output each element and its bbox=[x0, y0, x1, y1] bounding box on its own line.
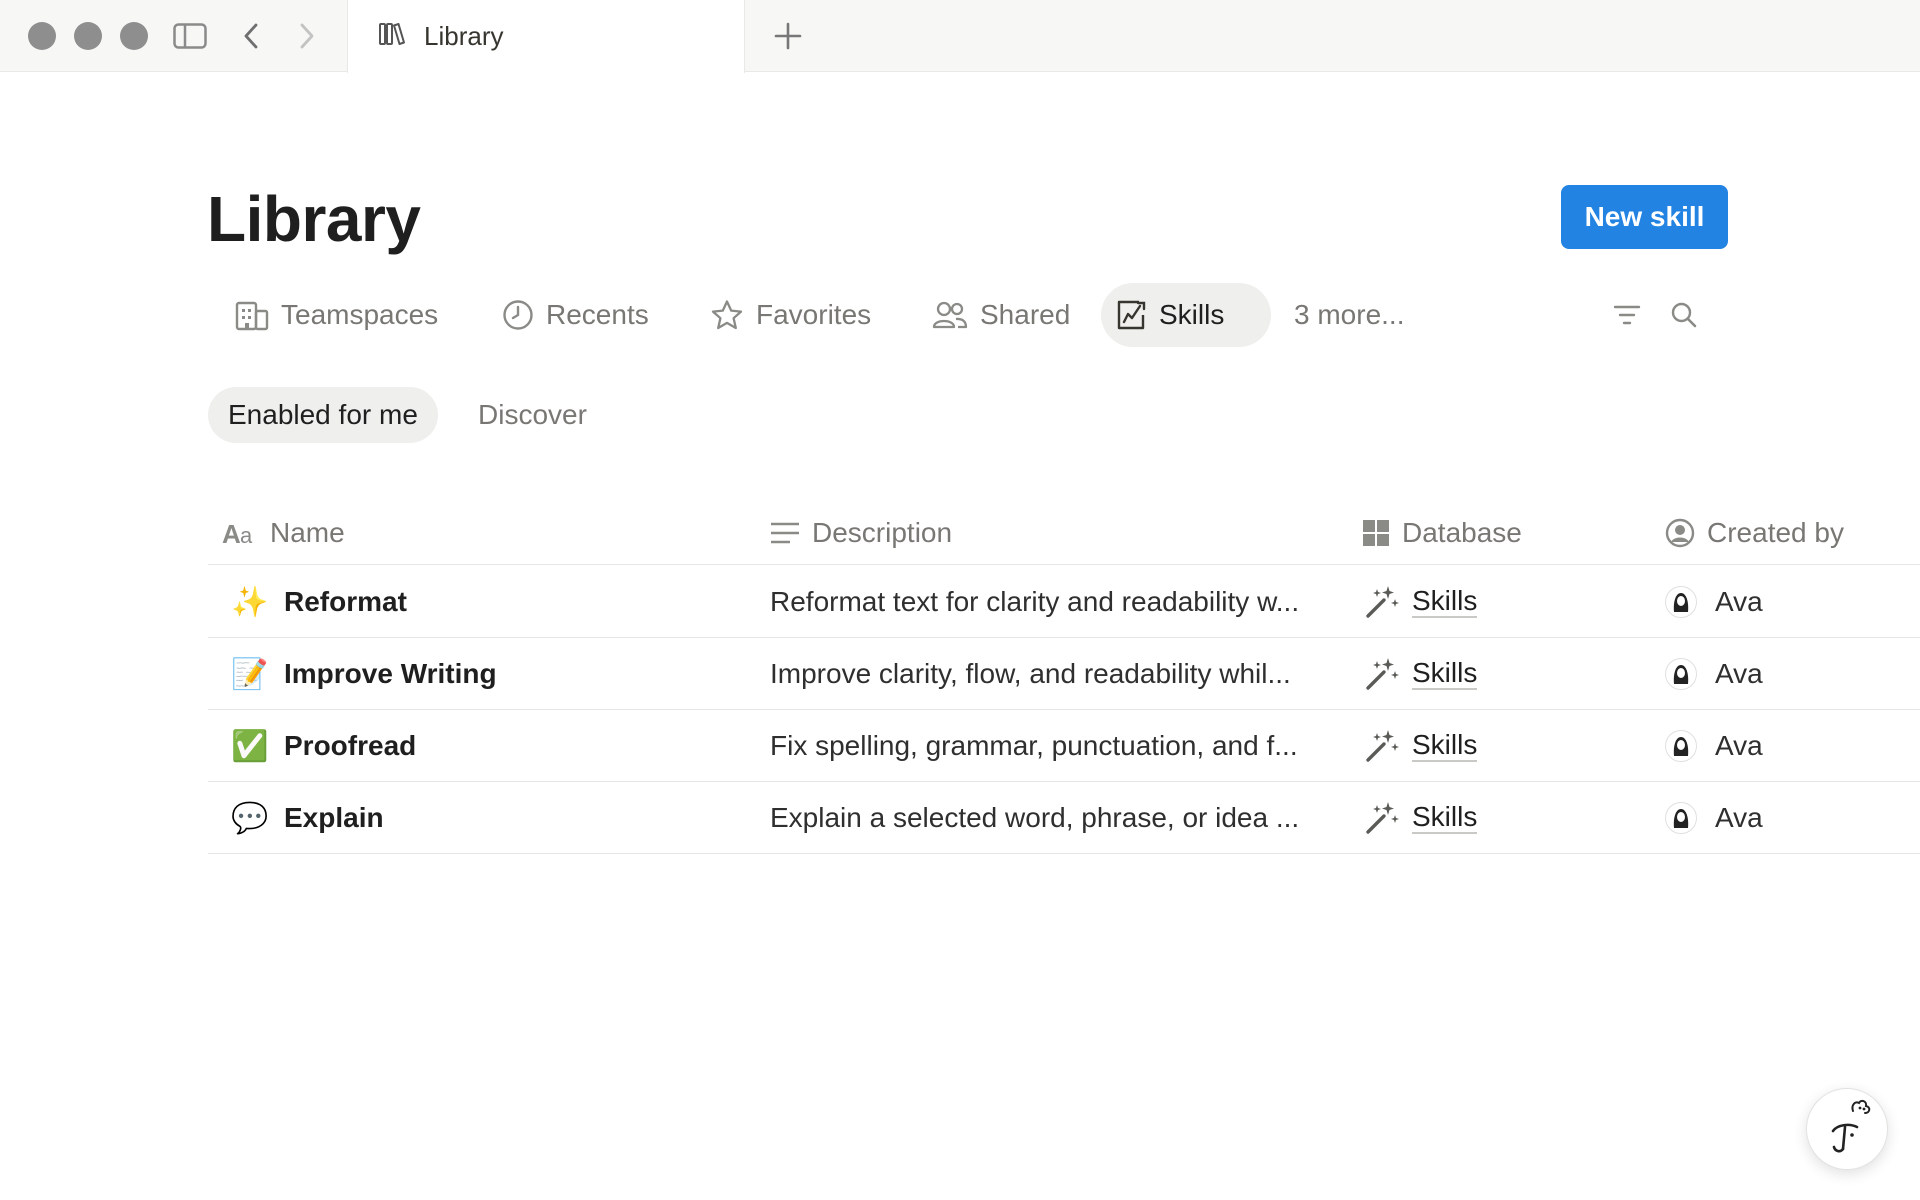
avatar bbox=[1665, 730, 1697, 762]
tab-favorites[interactable]: Favorites bbox=[696, 283, 885, 347]
tab-shared[interactable]: Shared bbox=[918, 283, 1084, 347]
library-books-icon bbox=[378, 21, 406, 52]
creator-name: Ava bbox=[1715, 730, 1763, 761]
ai-assistant-button[interactable] bbox=[1806, 1088, 1888, 1170]
column-header-database[interactable]: Database bbox=[1362, 502, 1522, 564]
check-mark-icon: ✅ bbox=[231, 729, 269, 763]
name-cell[interactable]: ✨ Reformat bbox=[231, 566, 407, 638]
page-title: Library bbox=[207, 183, 421, 255]
database-link[interactable]: Skills bbox=[1412, 658, 1478, 690]
tab-title: Library bbox=[424, 21, 504, 51]
description-cell: Reformat text for clarity and readabilit… bbox=[770, 586, 1300, 617]
tab-label: Shared bbox=[980, 299, 1071, 330]
person-circle-icon bbox=[1665, 518, 1695, 548]
new-tab-plus-icon[interactable] bbox=[768, 16, 808, 56]
more-tabs-label: 3 more... bbox=[1294, 299, 1405, 330]
database-cell[interactable]: Skills bbox=[1364, 566, 1478, 638]
description-cell: Explain a selected word, phrase, or idea… bbox=[770, 802, 1300, 833]
clock-icon bbox=[503, 300, 533, 330]
database-cell[interactable]: Skills bbox=[1364, 638, 1478, 710]
grid-icon bbox=[1363, 520, 1389, 546]
database-link[interactable]: Skills bbox=[1412, 586, 1478, 618]
subtab-discover[interactable]: Discover bbox=[458, 387, 607, 443]
browser-tab-library[interactable]: Library bbox=[347, 0, 745, 73]
table-row[interactable]: 📝 Improve Writing Improve clarity, flow,… bbox=[208, 638, 1920, 710]
column-label: Description bbox=[812, 517, 953, 548]
magic-wand-icon bbox=[1366, 802, 1399, 834]
svg-text:A: A bbox=[222, 520, 241, 546]
description-cell: Fix spelling, grammar, punctuation, and … bbox=[770, 730, 1298, 761]
title-bar: Library bbox=[0, 0, 1920, 73]
table-row[interactable]: 💬 Explain Explain a selected word, phras… bbox=[208, 782, 1920, 854]
people-icon bbox=[932, 301, 968, 329]
name-cell[interactable]: ✅ Proofread bbox=[231, 710, 417, 782]
database-link[interactable]: Skills bbox=[1412, 802, 1478, 834]
database-link[interactable]: Skills bbox=[1412, 730, 1478, 762]
column-header-description[interactable]: Description bbox=[770, 502, 952, 564]
zoom-window-button[interactable] bbox=[120, 22, 148, 50]
avatar bbox=[1665, 658, 1697, 690]
search-icon[interactable] bbox=[1667, 298, 1701, 332]
name-cell[interactable]: 📝 Improve Writing bbox=[231, 638, 497, 710]
back-arrow-icon[interactable] bbox=[236, 20, 266, 52]
tab-label: Recents bbox=[546, 299, 649, 330]
created-by-cell: Ava bbox=[1665, 710, 1763, 782]
created-by-cell: Ava bbox=[1665, 782, 1763, 854]
more-tabs-button[interactable]: 3 more... bbox=[1280, 283, 1418, 347]
table-row[interactable]: ✅ Proofread Fix spelling, grammar, punct… bbox=[208, 710, 1920, 782]
magic-wand-icon bbox=[1366, 658, 1399, 690]
avatar bbox=[1665, 586, 1697, 618]
speech-bubble-icon: 💬 bbox=[231, 801, 269, 835]
memo-icon: 📝 bbox=[231, 657, 269, 691]
column-label: Created by bbox=[1707, 517, 1844, 548]
skill-name: Improve Writing bbox=[284, 658, 497, 689]
column-label: Database bbox=[1402, 517, 1522, 548]
lines-icon bbox=[771, 522, 799, 544]
column-header-created-by[interactable]: Created by bbox=[1665, 502, 1844, 564]
creator-name: Ava bbox=[1715, 586, 1763, 617]
magic-wand-icon bbox=[1366, 586, 1399, 618]
subtab-label: Enabled for me bbox=[228, 399, 418, 430]
created-by-cell: Ava bbox=[1665, 638, 1763, 710]
database-cell[interactable]: Skills bbox=[1364, 710, 1478, 782]
creator-name: Ava bbox=[1715, 802, 1763, 833]
sidebar-toggle-icon[interactable] bbox=[172, 20, 208, 52]
sparkles-icon: ✨ bbox=[231, 585, 269, 619]
tab-label: Teamspaces bbox=[281, 299, 439, 330]
minimize-window-button[interactable] bbox=[74, 22, 102, 50]
assistant-face-icon bbox=[1831, 1099, 1871, 1153]
name-cell[interactable]: 💬 Explain bbox=[231, 782, 384, 854]
table-header: Aa Name Description Database Created by bbox=[208, 502, 1920, 565]
building-icon bbox=[235, 301, 269, 331]
new-skill-button[interactable]: New skill bbox=[1561, 185, 1728, 249]
description-cell: Improve clarity, flow, and readability w… bbox=[770, 658, 1291, 689]
tab-label: Favorites bbox=[756, 299, 872, 330]
star-icon bbox=[711, 300, 743, 330]
forward-arrow-icon[interactable] bbox=[292, 20, 322, 52]
svg-text:a: a bbox=[240, 523, 253, 546]
avatar bbox=[1665, 802, 1697, 834]
created-by-cell: Ava bbox=[1665, 566, 1763, 638]
database-cell[interactable]: Skills bbox=[1364, 782, 1478, 854]
table-row[interactable]: ✨ Reformat Reformat text for clarity and… bbox=[208, 566, 1920, 638]
skills-icon bbox=[1117, 300, 1146, 330]
skill-name: Reformat bbox=[284, 586, 407, 617]
text-aa-icon: Aa bbox=[222, 520, 253, 546]
skill-name: Explain bbox=[284, 802, 384, 833]
tab-teamspaces[interactable]: Teamspaces bbox=[221, 283, 452, 347]
subtab-enabled-for-me[interactable]: Enabled for me bbox=[208, 387, 438, 443]
tab-label: Skills bbox=[1159, 299, 1225, 330]
magic-wand-icon bbox=[1366, 730, 1399, 762]
column-header-name[interactable]: Aa Name bbox=[222, 502, 345, 564]
column-label: Name bbox=[270, 517, 345, 548]
filter-icon[interactable] bbox=[1610, 298, 1644, 332]
close-window-button[interactable] bbox=[28, 22, 56, 50]
subtab-label: Discover bbox=[478, 399, 587, 430]
tab-skills[interactable]: Skills bbox=[1101, 283, 1271, 347]
skill-name: Proofread bbox=[284, 730, 417, 761]
tab-recents[interactable]: Recents bbox=[488, 283, 663, 347]
creator-name: Ava bbox=[1715, 658, 1763, 689]
